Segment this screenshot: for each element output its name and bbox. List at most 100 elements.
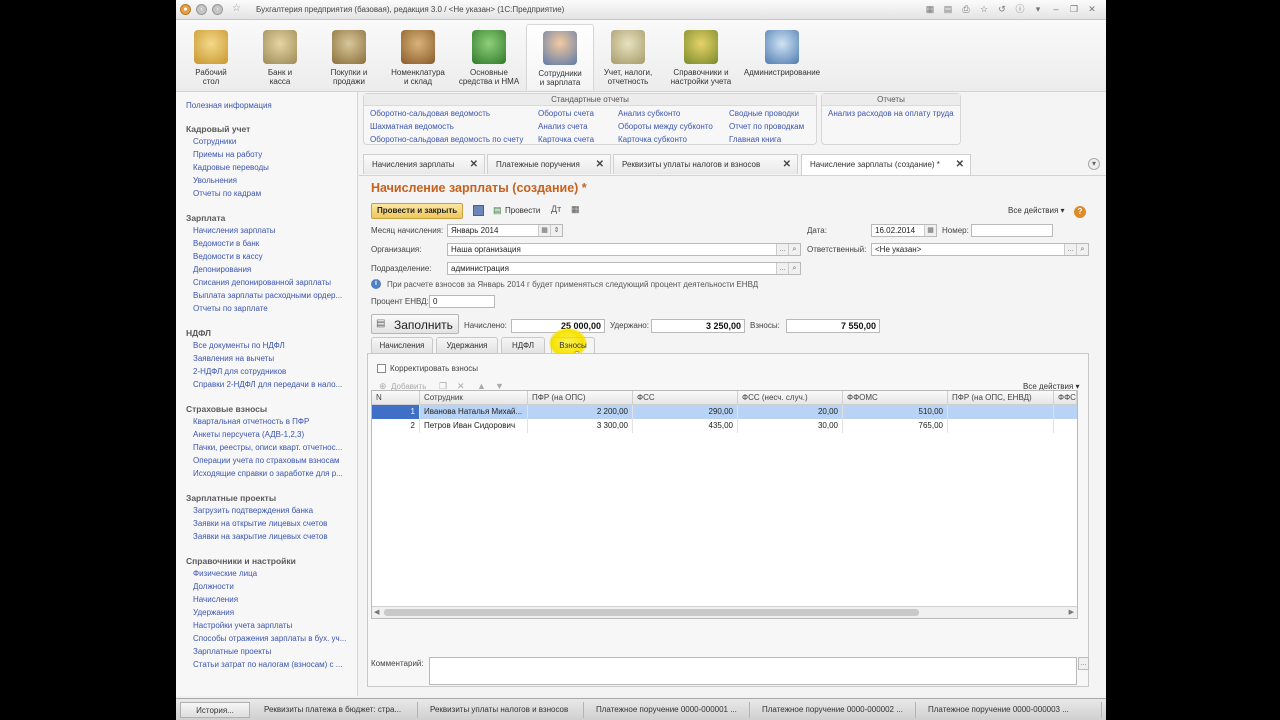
window-tab[interactable]: Платежное поручение 0000-000002 ... — [752, 702, 916, 718]
responsible-field[interactable]: <Не указан> … ⌕ — [871, 243, 1089, 256]
report-link[interactable]: Обороты счета — [538, 109, 594, 118]
section-references[interactable]: Справочники и настройки учета — [664, 24, 738, 90]
restore-icon[interactable]: ❐ — [1068, 4, 1080, 15]
nav-link[interactable]: Настройки учета зарплаты — [193, 621, 292, 630]
tab-salary-creation[interactable]: Начисление зарплаты (создание) * ✕ — [801, 154, 971, 175]
post-button[interactable]: Провести — [505, 204, 540, 218]
dt-kt-icon[interactable]: Дт — [551, 204, 561, 214]
calendar-icon[interactable]: ▦ — [538, 225, 550, 236]
menu-icon[interactable]: ▾ — [1032, 4, 1044, 15]
nav-link[interactable]: Отчеты по зарплате — [193, 304, 268, 313]
report-link[interactable]: Оборотно-сальдовая ведомость по счету — [370, 135, 523, 144]
fss-cell[interactable]: 435,00 — [633, 419, 738, 433]
nav-link[interactable]: Отчеты по кадрам — [193, 189, 261, 198]
nav-link[interactable]: 2-НДФЛ для сотрудников — [193, 367, 286, 376]
tab-withholdings[interactable]: Удержания — [436, 337, 498, 353]
pfr-cell[interactable]: 2 200,00 — [528, 405, 633, 419]
history-button[interactable]: История... — [180, 702, 250, 718]
save-icon[interactable] — [473, 205, 484, 216]
pfr-cell[interactable]: 3 300,00 — [528, 419, 633, 433]
nav-link[interactable]: Статьи затрат по налогам (взносам) с ... — [193, 660, 342, 669]
nav-link[interactable]: Исходящие справки о заработке для р... — [193, 469, 343, 478]
section-admin[interactable]: Администрирование — [742, 24, 822, 90]
comment-open-icon[interactable]: … — [1078, 657, 1089, 670]
nav-link[interactable]: Все документы по НДФЛ — [193, 341, 285, 350]
tab-salary-accruals[interactable]: Начисления зарплаты ✕ — [363, 154, 485, 174]
fss-ns-cell[interactable]: 20,00 — [738, 405, 843, 419]
comment-field[interactable] — [429, 657, 1077, 685]
select-icon[interactable]: … — [776, 244, 788, 255]
nav-link[interactable]: Начисления зарплаты — [193, 226, 276, 235]
nav-link[interactable]: Удержания — [193, 608, 234, 617]
nav-link[interactable]: Зарплатные проекты — [193, 647, 271, 656]
window-tab[interactable]: Платежное поручение 0000-000001 ... — [586, 702, 750, 718]
stepper-icon[interactable]: ⇕ — [550, 225, 562, 236]
app-menu-icon[interactable]: ● — [180, 4, 191, 15]
section-fixed-assets[interactable]: Основные средства и НМА — [454, 24, 524, 90]
nav-link[interactable]: Физические лица — [193, 569, 257, 578]
back-icon[interactable]: ‹ — [196, 4, 207, 15]
nav-link[interactable]: Заявки на открытие лицевых счетов — [193, 519, 327, 528]
employee-cell[interactable]: Петров Иван Сидорович — [420, 419, 528, 433]
report-link[interactable]: Главная книга — [729, 135, 781, 144]
nav-link[interactable]: Заявки на закрытие лицевых счетов — [193, 532, 328, 541]
section-desktop[interactable]: Рабочий стол — [182, 24, 240, 90]
ffoms-cell[interactable]: 510,00 — [843, 405, 948, 419]
fss-ns-cell[interactable]: 30,00 — [738, 419, 843, 433]
scroll-thumb[interactable] — [384, 609, 919, 616]
pfr-envd-cell[interactable] — [948, 405, 1054, 419]
section-nomenclature[interactable]: Номенклатура и склад — [384, 24, 452, 90]
close-tab-icon[interactable]: ✕ — [470, 155, 478, 174]
useful-info-link[interactable]: Полезная информация — [186, 101, 272, 110]
close-tab-icon[interactable]: ✕ — [596, 155, 604, 174]
nav-link[interactable]: Кадровые переводы — [193, 163, 269, 172]
report-link[interactable]: Сводные проводки — [729, 109, 799, 118]
department-field[interactable]: администрация … ⌕ — [447, 262, 801, 275]
nav-link[interactable]: Пачки, реестры, описи кварт. отчетнос... — [193, 443, 342, 452]
close-tab-icon[interactable]: ✕ — [783, 155, 791, 174]
search-icon[interactable]: ⌕ — [788, 263, 800, 274]
window-tab[interactable]: Реквизиты уплаты налогов и взносов — [420, 702, 584, 718]
tab-accruals[interactable]: Начисления — [371, 337, 433, 353]
nav-link[interactable]: Ведомости в банк — [193, 239, 259, 248]
adjust-checkbox[interactable] — [377, 364, 386, 373]
column-header[interactable]: N — [372, 391, 420, 405]
section-purchases[interactable]: Покупки и продажи — [318, 24, 380, 90]
ffoms-cell[interactable]: 765,00 — [843, 419, 948, 433]
nav-link[interactable]: Должности — [193, 582, 234, 591]
print-doc-icon[interactable]: ▦ — [571, 204, 580, 215]
nav-link[interactable]: Способы отражения зарплаты в бух. уч... — [193, 634, 346, 643]
nav-link[interactable]: Загрузить подтверждения банка — [193, 506, 313, 515]
column-header[interactable]: ФФС — [1054, 391, 1077, 405]
section-bank[interactable]: Банк и касса — [248, 24, 312, 90]
select-icon[interactable]: … — [1064, 244, 1076, 255]
all-actions-menu[interactable]: Все действия ▾ — [1008, 204, 1065, 218]
forward-icon[interactable]: › — [212, 4, 223, 15]
favorite-star-icon[interactable]: ☆ — [232, 3, 241, 14]
post-and-close-button[interactable]: Провести и закрыть — [371, 203, 464, 219]
column-header[interactable]: ФФОМС — [843, 391, 948, 405]
nav-link[interactable]: Выплата зарплаты расходными ордер... — [193, 291, 342, 300]
report-link[interactable]: Анализ счета — [538, 122, 588, 131]
nav-link[interactable]: Анкеты персучета (АДВ-1,2,3) — [193, 430, 304, 439]
column-header[interactable]: ФСС (несч. случ.) — [738, 391, 843, 405]
nav-link[interactable]: Справки 2-НДФЛ для передачи в нало... — [193, 380, 342, 389]
report-link[interactable]: Анализ субконто — [618, 109, 680, 118]
column-header[interactable]: Сотрудник — [420, 391, 528, 405]
horizontal-scrollbar[interactable]: ◀ ▶ — [372, 606, 1077, 618]
calendar-icon[interactable]: ▦ — [924, 225, 936, 236]
nav-link[interactable]: Начисления — [193, 595, 238, 604]
report-link[interactable]: Отчет по проводкам — [729, 122, 804, 131]
nav-link[interactable]: Списания депонированной зарплаты — [193, 278, 331, 287]
column-header[interactable]: ФСС — [633, 391, 738, 405]
nav-link[interactable]: Ведомости в кассу — [193, 252, 263, 261]
column-header[interactable]: ПФР (на ОПС) — [528, 391, 633, 405]
employee-cell[interactable]: Иванова Наталья Михай... — [420, 405, 528, 419]
info-icon[interactable]: ⓘ — [1014, 4, 1026, 15]
nav-link[interactable]: Заявления на вычеты — [193, 354, 274, 363]
scroll-left-icon[interactable]: ◀ — [374, 608, 379, 616]
select-icon[interactable]: … — [776, 263, 788, 274]
number-field[interactable] — [971, 224, 1053, 237]
search-icon[interactable]: ⌕ — [788, 244, 800, 255]
star-icon[interactable]: ☆ — [978, 4, 990, 15]
